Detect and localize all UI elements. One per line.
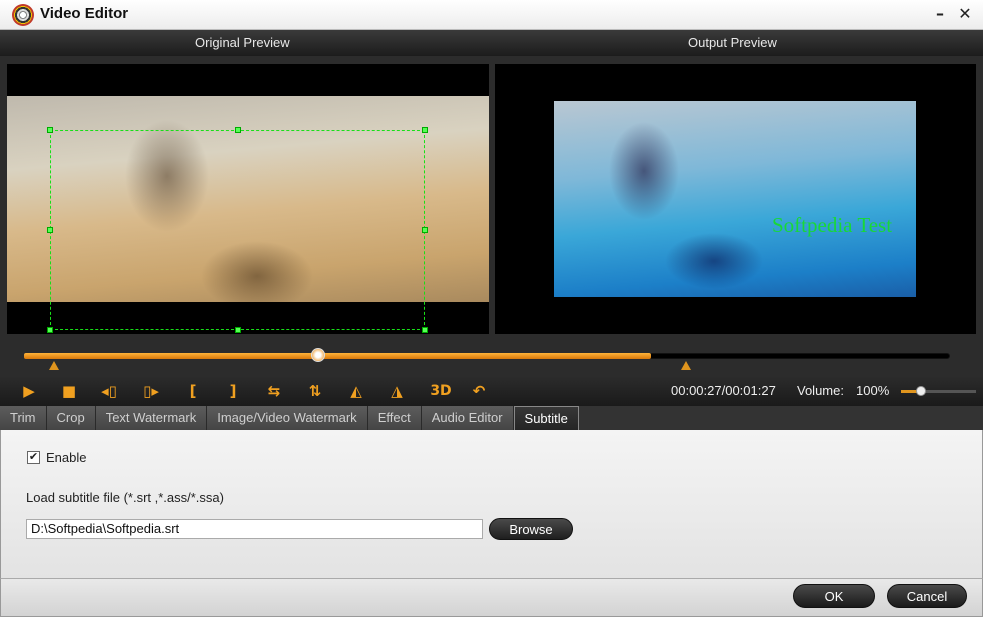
timeline	[0, 342, 983, 376]
output-preview-label: Output Preview	[688, 35, 777, 50]
editor-tabs: Trim Crop Text Watermark Image/Video Waterm…	[0, 406, 983, 430]
flip-vertical-icon[interactable]: ⇅	[303, 381, 327, 401]
crop-handle-top[interactable]	[235, 127, 241, 133]
crop-selection-box[interactable]	[47, 127, 428, 333]
subtitle-panel: ✔ Enable Load subtitle file (*.srt ,*.as…	[0, 430, 983, 578]
tab-crop[interactable]: Crop	[46, 406, 96, 430]
preview-stage: Softpedia Test	[0, 56, 983, 342]
enable-row[interactable]: ✔ Enable	[27, 450, 86, 465]
playhead[interactable]	[311, 348, 325, 362]
output-preview-pane: Softpedia Test	[495, 64, 976, 334]
rotate-left-icon[interactable]: ◭	[344, 381, 368, 401]
3d-icon[interactable]: 3D	[426, 381, 456, 401]
app-icon	[12, 4, 34, 26]
window-title: Video Editor	[40, 5, 129, 22]
crop-handle-bottom[interactable]	[235, 327, 241, 333]
original-preview-label: Original Preview	[195, 35, 290, 50]
load-subtitle-label: Load subtitle file (*.srt ,*.ass/*.ssa)	[26, 490, 224, 505]
watermark-text: Softpedia Test	[772, 213, 893, 237]
browse-button[interactable]: Browse	[489, 518, 573, 540]
ok-button[interactable]: OK	[793, 584, 875, 608]
volume-value: 100%	[856, 383, 890, 398]
crop-handle-left[interactable]	[47, 227, 53, 233]
volume-slider-knob[interactable]	[915, 386, 926, 396]
trim-end-marker[interactable]	[681, 361, 691, 370]
tab-image-video-watermark[interactable]: Image/Video Watermark	[207, 406, 368, 430]
playback-toolbar: 00:00:27/00:01:27 Volume: 100% ▶ ■ ◂▯ ▯▸ [] ⇆…	[0, 376, 983, 406]
crop-handle-right[interactable]	[422, 227, 428, 233]
mark-in-icon[interactable]: [	[181, 381, 205, 401]
subtitle-path-input[interactable]: D:\Softpedia\Softpedia.srt	[26, 519, 483, 539]
tab-audio-editor[interactable]: Audio Editor	[421, 406, 514, 430]
play-icon[interactable]: ▶	[17, 381, 41, 401]
crop-handle-bottom-right[interactable]	[422, 327, 428, 333]
output-video-frame: Softpedia Test	[554, 101, 916, 297]
dialog-footer: OK Cancel	[0, 578, 983, 617]
volume-label: Volume:	[797, 383, 844, 398]
cancel-button[interactable]: Cancel	[887, 584, 967, 608]
tab-subtitle[interactable]: Subtitle	[513, 406, 579, 430]
preview-header: Original Preview Output Preview	[0, 30, 983, 56]
rotate-right-icon[interactable]: ◮	[385, 381, 409, 401]
trim-start-marker[interactable]	[49, 361, 59, 370]
tab-effect[interactable]: Effect	[367, 406, 422, 430]
timeline-selection	[24, 353, 651, 359]
time-readout: 00:00:27/00:01:27	[671, 383, 776, 398]
stop-icon[interactable]: ■	[57, 381, 81, 401]
mark-out-icon[interactable]: ]	[221, 381, 245, 401]
tab-text-watermark[interactable]: Text Watermark	[95, 406, 208, 430]
flip-horizontal-icon[interactable]: ⇆	[262, 381, 286, 401]
minimize-icon[interactable]: –	[930, 4, 950, 24]
enable-label: Enable	[46, 450, 87, 465]
original-video-frame	[7, 96, 489, 333]
crop-handle-top-right[interactable]	[422, 127, 428, 133]
crop-handle-top-left[interactable]	[47, 127, 53, 133]
prev-frame-icon[interactable]: ◂▯	[97, 381, 121, 401]
undo-icon[interactable]: ↶	[467, 381, 491, 401]
close-icon[interactable]: ✕	[955, 4, 975, 24]
enable-checkbox[interactable]: ✔	[27, 451, 40, 464]
tab-trim[interactable]: Trim	[0, 406, 47, 430]
original-preview-pane	[7, 64, 489, 334]
title-bar: Video Editor – ✕	[0, 0, 983, 30]
next-frame-icon[interactable]: ▯▸	[139, 381, 163, 401]
crop-handle-bottom-left[interactable]	[47, 327, 53, 333]
